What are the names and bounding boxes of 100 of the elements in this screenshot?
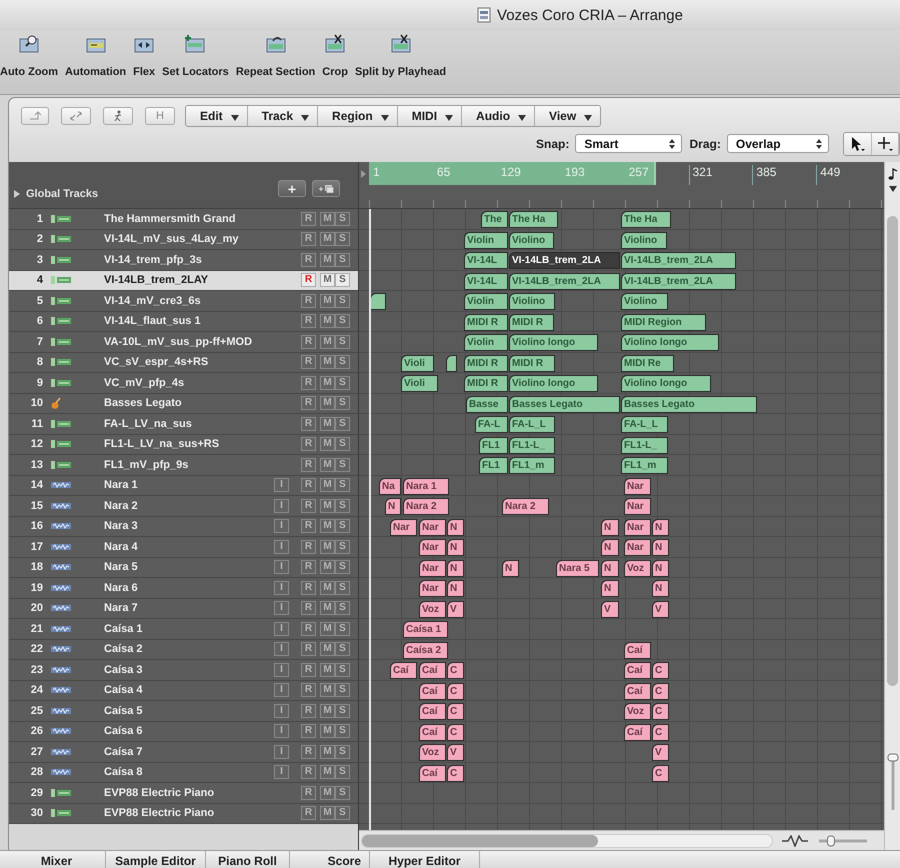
snap-select[interactable]: Smart: [575, 134, 682, 153]
track-header[interactable]: 5 VI-14_mV_cre3_6s R M S: [9, 291, 358, 312]
mute-button[interactable]: M: [320, 786, 335, 800]
region[interactable]: Voz: [624, 703, 651, 720]
region[interactable]: N: [385, 498, 401, 515]
solo-button[interactable]: S: [335, 622, 350, 636]
input-monitor-button[interactable]: I: [274, 662, 289, 677]
region[interactable]: FL1_m: [509, 457, 555, 474]
editor-tab[interactable]: Score: [290, 851, 370, 868]
toolbar-button[interactable]: Crop: [322, 34, 348, 94]
track-header[interactable]: 28 Caísa 8 I R M S: [9, 762, 358, 783]
region[interactable]: Nara 5: [556, 560, 599, 576]
mute-button[interactable]: M: [320, 314, 335, 328]
track-header[interactable]: 27 Caísa 7 I R M S: [9, 742, 358, 762]
mute-button[interactable]: M: [320, 396, 335, 410]
region[interactable]: Violino longo: [509, 375, 598, 392]
mute-button[interactable]: M: [320, 376, 335, 390]
region[interactable]: N: [601, 580, 619, 597]
mute-button[interactable]: M: [320, 765, 335, 780]
input-monitor-button[interactable]: I: [274, 724, 289, 738]
region[interactable]: VI-14L: [464, 252, 508, 269]
region[interactable]: V: [447, 744, 464, 761]
add-track-button[interactable]: +: [278, 180, 306, 197]
region[interactable]: Caí: [624, 724, 651, 740]
record-button[interactable]: R: [301, 273, 316, 288]
record-button[interactable]: R: [301, 396, 316, 410]
region[interactable]: N: [447, 580, 464, 597]
region[interactable]: Violin: [464, 293, 508, 310]
track-header[interactable]: 17 Nara 4 I R M S: [9, 537, 358, 558]
mute-button[interactable]: M: [320, 498, 335, 513]
toolbar-button[interactable]: Automation: [65, 34, 126, 94]
region[interactable]: V: [447, 600, 464, 618]
solo-button[interactable]: S: [335, 601, 350, 616]
timeline-ruler[interactable]: 1 65 129 193 257 321 385 449: [359, 162, 884, 209]
region[interactable]: MIDI R: [509, 354, 555, 372]
track-header[interactable]: 1 The Hammersmith Grand R M S: [9, 209, 358, 230]
region[interactable]: FL1_m: [621, 457, 668, 474]
solo-button[interactable]: S: [335, 212, 350, 226]
track-header[interactable]: 25 Caísa 5 I R M S: [9, 701, 358, 722]
region[interactable]: Basse: [466, 396, 508, 412]
track-header[interactable]: 18 Nara 5 I R M S: [9, 558, 358, 578]
input-monitor-button[interactable]: I: [274, 622, 289, 636]
mute-button[interactable]: M: [320, 601, 335, 616]
region[interactable]: C: [447, 724, 464, 740]
region[interactable]: Nara 2: [502, 498, 549, 515]
record-button[interactable]: R: [301, 314, 316, 328]
editor-tab[interactable]: Sample Editor: [106, 851, 206, 868]
mute-button[interactable]: M: [320, 334, 335, 349]
solo-button[interactable]: S: [335, 683, 350, 698]
solo-button[interactable]: S: [335, 662, 350, 677]
region[interactable]: Nar: [624, 478, 651, 494]
solo-button[interactable]: S: [335, 519, 350, 534]
record-button[interactable]: R: [301, 376, 316, 390]
solo-button[interactable]: S: [335, 580, 350, 595]
region[interactable]: VI-14LB_trem_2LA: [509, 252, 620, 269]
record-button[interactable]: R: [301, 662, 316, 677]
region[interactable]: N: [447, 518, 464, 536]
region[interactable]: Caí: [419, 662, 446, 679]
region[interactable]: MIDI Re: [621, 354, 674, 372]
region[interactable]: Caí: [624, 642, 651, 658]
region[interactable]: [446, 354, 457, 372]
track-header[interactable]: 9 VC_mV_pfp_4s R M S: [9, 373, 358, 394]
region[interactable]: C: [447, 662, 464, 679]
link-button[interactable]: [61, 107, 91, 125]
region[interactable]: N: [502, 560, 519, 576]
region[interactable]: FL1: [479, 436, 508, 454]
input-monitor-button[interactable]: I: [274, 498, 289, 513]
input-monitor-button[interactable]: I: [274, 744, 289, 759]
mute-button[interactable]: M: [320, 806, 335, 820]
track-header[interactable]: 29 EVP88 Electric Piano R M S: [9, 783, 358, 804]
region[interactable]: Nar: [419, 580, 446, 597]
editor-tab[interactable]: Hyper Editor: [370, 851, 480, 868]
mute-button[interactable]: M: [320, 744, 335, 759]
record-button[interactable]: R: [301, 334, 316, 349]
toolbar-button[interactable]: Split by Playhead: [354, 34, 446, 94]
region[interactable]: The Ha: [509, 211, 558, 228]
mute-button[interactable]: M: [320, 519, 335, 534]
track-header[interactable]: 14 Nara 1 I R M S: [9, 476, 358, 496]
solo-button[interactable]: S: [335, 376, 350, 390]
track-header[interactable]: 15 Nara 2 I R M S: [9, 496, 358, 516]
zoom-slider[interactable]: [817, 834, 869, 846]
up-arrow-button[interactable]: [21, 107, 49, 125]
region[interactable]: Nar: [624, 498, 651, 515]
record-button[interactable]: R: [301, 478, 316, 492]
mute-button[interactable]: M: [320, 540, 335, 554]
solo-button[interactable]: S: [335, 355, 350, 370]
menu-button[interactable]: MIDI: [398, 106, 462, 126]
region[interactable]: Nar: [390, 518, 417, 536]
mute-button[interactable]: M: [320, 458, 335, 472]
record-button[interactable]: R: [301, 252, 316, 267]
mute-button[interactable]: M: [320, 704, 335, 718]
track-header[interactable]: 6 VI-14L_flaut_sus 1 R M S: [9, 312, 358, 332]
menu-button[interactable]: View: [535, 106, 600, 126]
track-header[interactable]: 19 Nara 6 I R M S: [9, 578, 358, 598]
region[interactable]: Na: [379, 478, 401, 494]
region[interactable]: N: [601, 518, 619, 536]
record-button[interactable]: R: [301, 683, 316, 698]
region[interactable]: Caí: [624, 682, 651, 700]
region[interactable]: N: [652, 518, 669, 536]
new-track-button[interactable]: [312, 180, 340, 197]
